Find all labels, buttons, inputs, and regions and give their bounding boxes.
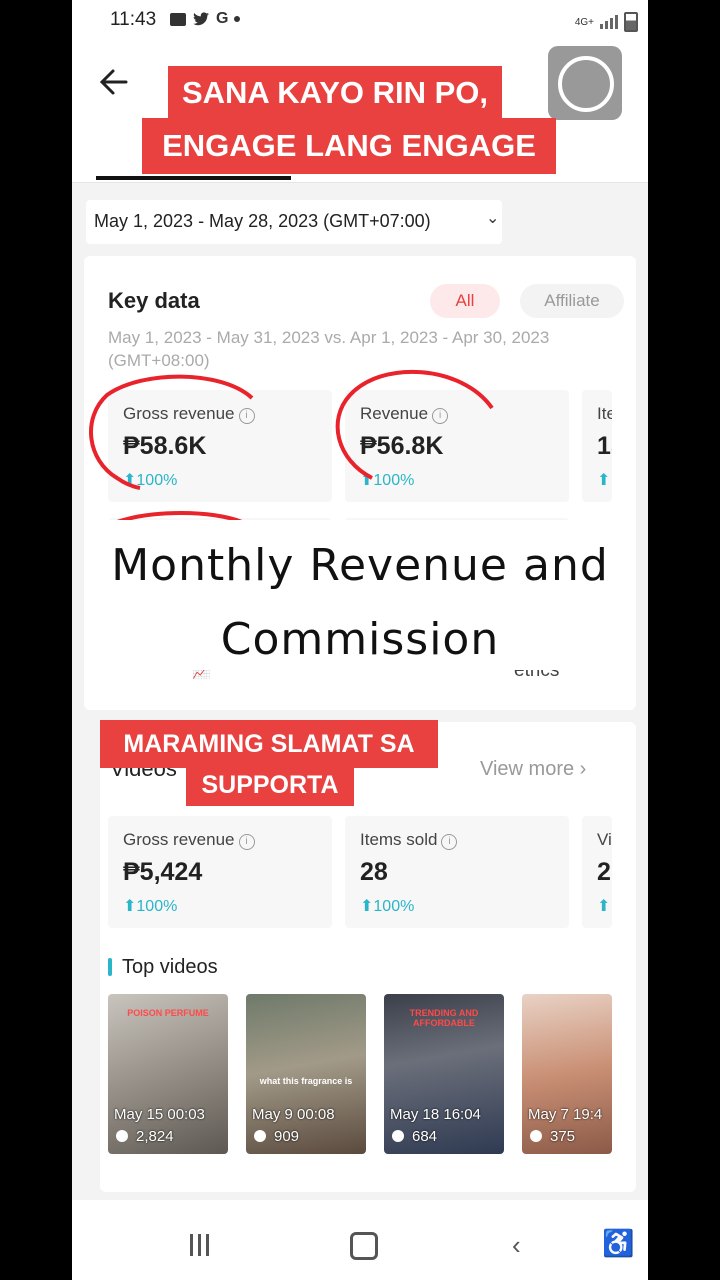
- thumbnail-caption: TRENDING AND AFFORDABLE: [409, 1008, 479, 1028]
- info-icon[interactable]: i: [441, 834, 458, 850]
- coin-icon: [530, 1130, 542, 1142]
- coin-icon: [392, 1130, 404, 1142]
- metric-delta: ⬆100%: [123, 898, 178, 915]
- overlay-caption-line1: Monthly Revenue and: [111, 540, 609, 591]
- phone-screen: 11:43 G 4G+ E SANA KAYO RIN PO, ENGAGE L…: [72, 0, 648, 1280]
- video-views: 909: [254, 1128, 299, 1145]
- caption-banner-bottom-1: MARAMING SLAMAT SA: [100, 720, 438, 768]
- recent-apps-button[interactable]: [190, 1234, 209, 1256]
- video-views: 2,824: [116, 1128, 174, 1145]
- metric-value: 2: [597, 858, 611, 886]
- video-views: 375: [530, 1128, 575, 1145]
- metric-delta: ⬆: [597, 898, 611, 915]
- video-metric-gross-revenue[interactable]: Gross revenue i ₱5,424 ⬆100%: [108, 816, 332, 928]
- home-button[interactable]: [350, 1232, 378, 1260]
- nav-back-icon[interactable]: ‹: [512, 1230, 521, 1261]
- accessibility-icon[interactable]: ♿: [602, 1228, 634, 1259]
- video-date: May 9 00:08: [252, 1106, 335, 1123]
- video-date: May 15 00:03: [114, 1106, 205, 1123]
- metric-delta: ⬆100%: [360, 898, 415, 915]
- metric-value: ₱5,424: [123, 858, 203, 886]
- top-videos-title: Top videos: [122, 956, 218, 978]
- video-date: May 18 16:04: [390, 1106, 481, 1123]
- caption-banner-bottom-2: SUPPORTA: [186, 764, 354, 806]
- section-accent-bar: [108, 958, 112, 976]
- metric-label: Items sold i: [360, 830, 458, 850]
- video-date: May 7 19:4: [528, 1106, 603, 1123]
- overlay-caption-line2: Commission: [220, 614, 500, 665]
- video-thumbnail[interactable]: what this fragrance is May 9 00:08 909: [246, 994, 366, 1154]
- system-nav-bar: ‹ ♿: [72, 1200, 648, 1280]
- coin-icon: [254, 1130, 266, 1142]
- info-icon[interactable]: i: [238, 834, 255, 850]
- view-more-link[interactable]: View more ›: [480, 758, 586, 781]
- video-thumbnail[interactable]: POISON PERFUME May 15 00:03 2,824: [108, 994, 228, 1154]
- metric-label: Gross revenue i: [123, 830, 255, 850]
- video-metric-items-sold[interactable]: Items sold i 28 ⬆100%: [345, 816, 569, 928]
- coin-icon: [116, 1130, 128, 1142]
- video-thumbnail[interactable]: May 7 19:4 375: [522, 994, 612, 1154]
- video-thumbnail[interactable]: TRENDING AND AFFORDABLE May 18 16:04 684: [384, 994, 504, 1154]
- video-views: 684: [392, 1128, 437, 1145]
- thumbnail-caption: POISON PERFUME: [127, 1008, 209, 1018]
- thumbnail-caption: what this fragrance is: [259, 1076, 353, 1086]
- metric-value: 28: [360, 858, 388, 886]
- video-metric-partial[interactable]: Vi 2 ⬆: [582, 816, 612, 928]
- metric-label: Vi: [597, 830, 612, 849]
